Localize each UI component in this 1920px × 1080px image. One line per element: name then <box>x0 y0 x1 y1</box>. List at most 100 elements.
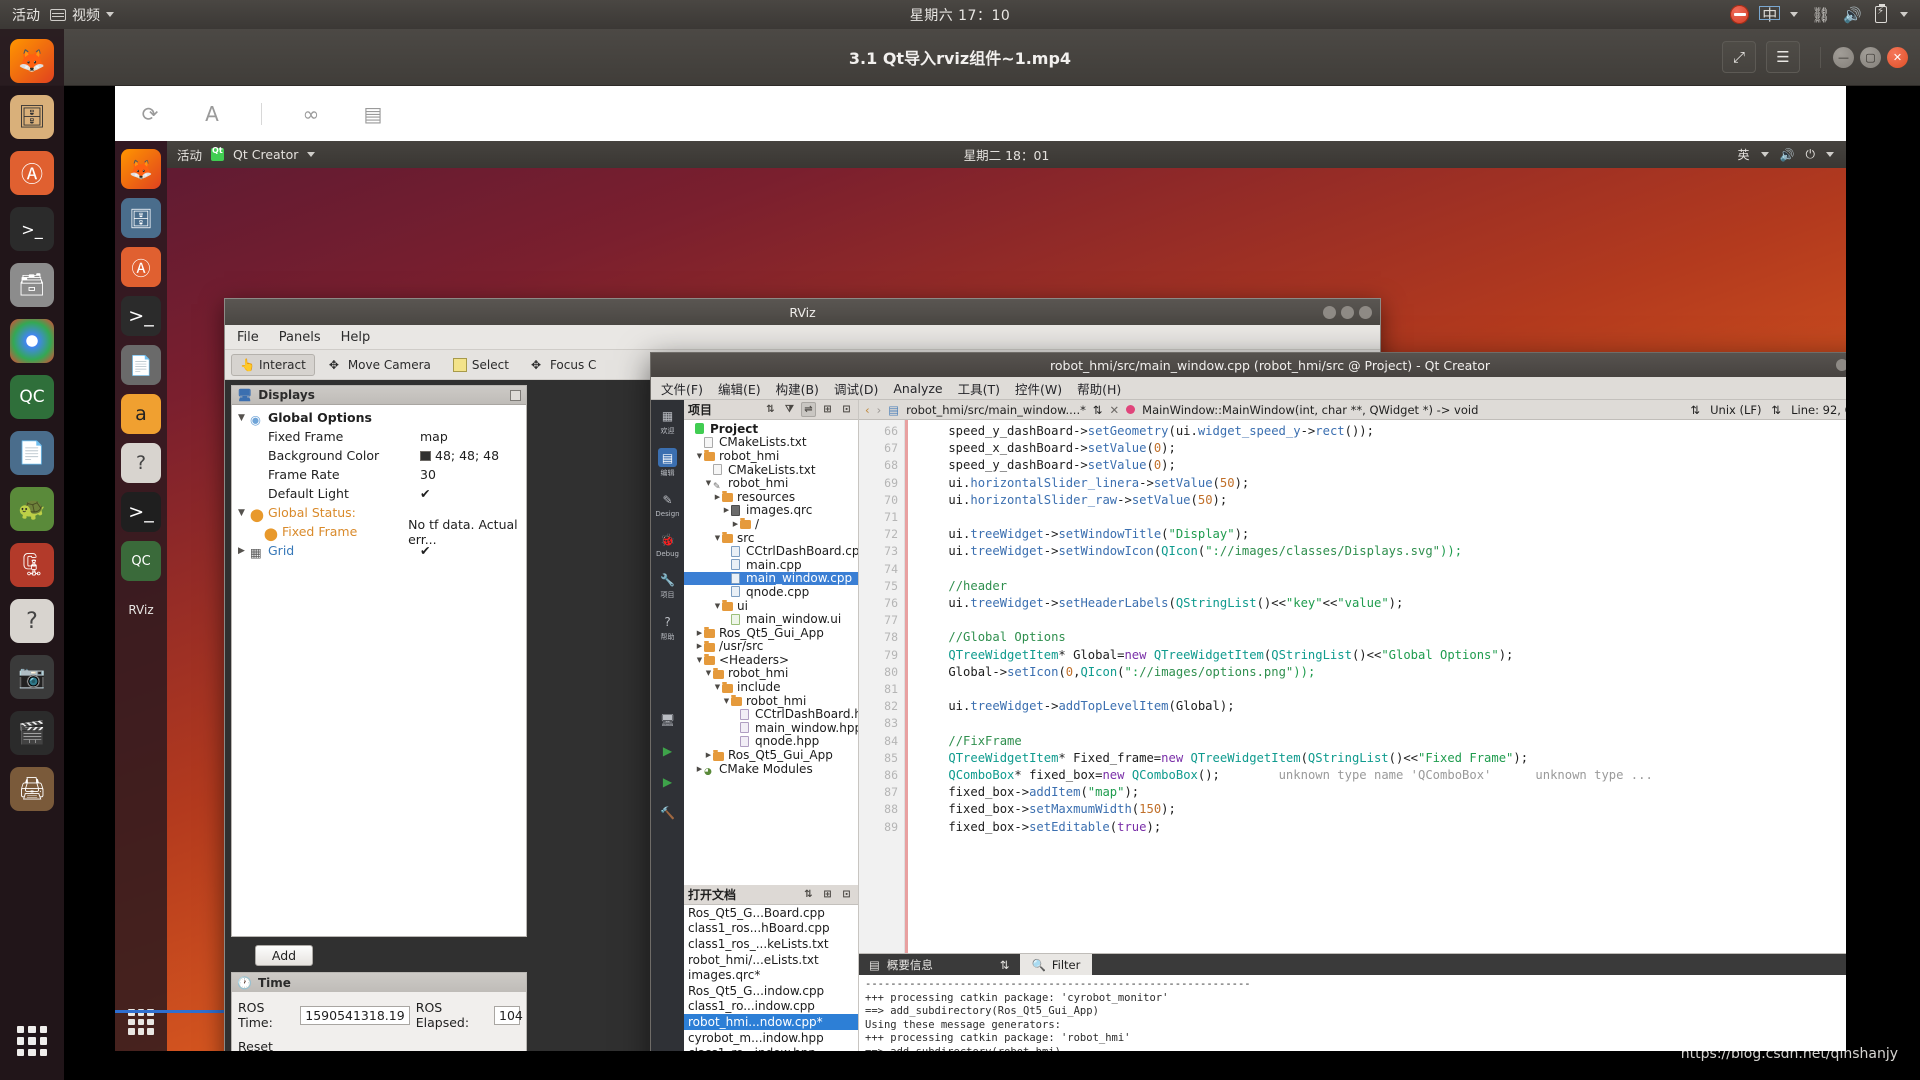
fullscreen-button[interactable]: ⤢ <box>1722 41 1756 73</box>
line-ending-dropdown-icon[interactable]: ⇅ <box>1690 403 1700 417</box>
code-line[interactable]: QComboBox* fixed_box=new QComboBox(); un… <box>919 767 1846 784</box>
mode-debug[interactable]: 🐞 Debug <box>653 530 682 559</box>
mode-edit[interactable]: ▤ 编辑 <box>653 448 682 478</box>
project-tree-item[interactable]: qnode.cpp <box>684 585 858 599</box>
ime-chinese-icon[interactable]: 中 <box>1759 4 1781 25</box>
line-ending-label[interactable]: Unix (LF) <box>1710 403 1761 417</box>
rviz-menu-help[interactable]: Help <box>341 330 371 345</box>
project-tree-item[interactable]: Project <box>684 422 858 436</box>
mode-projects[interactable]: 🔧 项目 <box>653 570 682 600</box>
launcher-files-icon[interactable]: 🗄 <box>10 95 54 139</box>
window-icon[interactable]: ▤ <box>360 101 386 127</box>
project-tree-item[interactable]: qnode.hpp <box>684 734 858 748</box>
launcher-archive-icon[interactable]: 🗜 <box>10 543 54 587</box>
network-icon[interactable]: ⛓ <box>1811 6 1830 24</box>
launcher-terminal-icon[interactable]: >_ <box>10 207 54 251</box>
displays-tree[interactable]: ▼ ◉ Global Options Fixed Frame map Backg… <box>232 405 526 563</box>
grid-checkbox[interactable]: ✔ <box>420 543 430 558</box>
default-light-checkbox[interactable]: ✔ <box>420 486 430 501</box>
code-line[interactable] <box>919 612 1846 629</box>
code-line[interactable]: ui.horizontalSlider_linera->setValue(50)… <box>919 475 1846 492</box>
code-text[interactable]: speed_y_dashBoard->setGeometry(ui.widget… <box>905 420 1846 953</box>
project-tree-item[interactable]: ▼ robot_hmi <box>684 449 858 463</box>
clock[interactable]: 星期六 17：10 <box>0 5 1920 25</box>
close-icon[interactable]: ⊡ <box>839 402 854 417</box>
launcher-software-icon[interactable]: Ⓐ <box>121 247 161 287</box>
rotate-icon[interactable]: ⟳ <box>137 101 163 127</box>
rviz-tool-select[interactable]: Select <box>445 355 517 375</box>
sort-icon[interactable]: ⇅ <box>801 887 816 902</box>
volume-icon[interactable]: 🔊 <box>1843 6 1862 24</box>
launcher-printer-icon[interactable]: 🖨 <box>10 767 54 811</box>
code-editor[interactable]: 66 67 68 69 70 71 72 73 74 75 76 77 78 79 80 81 82 83 84 85… <box>859 420 1846 953</box>
maximize-button[interactable]: ▢ <box>1860 46 1881 68</box>
project-tree-item[interactable]: ▼ <Headers> <box>684 653 858 667</box>
code-line[interactable]: QTreeWidgetItem* Global=new QTreeWidgetI… <box>919 647 1846 664</box>
project-tree-item[interactable]: ▶ images.qrc <box>684 503 858 517</box>
nav-back-icon[interactable]: ‹ <box>865 403 870 417</box>
open-document-item[interactable]: class1_ros...hBoard.cpp <box>684 921 858 937</box>
launcher-help-icon[interactable]: ? <box>121 443 161 483</box>
twisty-icon[interactable]: ▶ <box>238 546 250 556</box>
displays-add-button[interactable]: Add <box>255 945 313 966</box>
mode-help[interactable]: ? 帮助 <box>653 612 682 642</box>
open-documents-list[interactable]: Ros_Qt5_G...Board.cpp class1_ros...hBoard… <box>684 905 858 1051</box>
twisty-icon[interactable]: ▼ <box>713 534 722 542</box>
menu-file[interactable]: 文件(F) <box>661 379 703 398</box>
twisty-icon[interactable]: ▶ <box>722 506 731 514</box>
menu-analyze[interactable]: Analyze <box>893 381 942 396</box>
displays-row-default-light[interactable]: Default Light ✔ <box>232 484 526 503</box>
project-tree-item[interactable]: ▼ robot_hmi <box>684 666 858 680</box>
code-line[interactable]: ui.horizontalSlider_raw->setValue(50); <box>919 492 1846 509</box>
code-line[interactable] <box>919 715 1846 732</box>
kit-selector[interactable]: 🖥 <box>653 710 682 729</box>
mode-welcome[interactable]: ▦ 欢迎 <box>653 406 682 436</box>
project-tree[interactable]: Project CMakeLists.txt ▼ robot_hmi CMakeList… <box>684 420 858 885</box>
ros-elapsed-input[interactable]: 104 <box>494 1005 523 1025</box>
mode-design[interactable]: ✎ Design <box>653 490 682 519</box>
project-tree-item[interactable]: main.cpp <box>684 558 858 572</box>
open-document-item[interactable]: robot_hmi/...eLists.txt <box>684 952 858 968</box>
open-document-item[interactable]: cyrobot_m...indow.hpp <box>684 1030 858 1046</box>
open-document-item[interactable]: Ros_Qt5_G...indow.cpp <box>684 983 858 999</box>
project-tree-item[interactable]: CCtrlDashBoard.h <box>684 707 858 721</box>
project-tree-item[interactable]: ▶ Ros_Qt5_Gui_App <box>684 626 858 640</box>
code-line[interactable] <box>919 561 1846 578</box>
displays-row-background-color[interactable]: Background Color 48; 48; 48 <box>232 446 526 465</box>
launcher-firefox-icon[interactable]: 🦊 <box>10 39 54 83</box>
twisty-icon[interactable]: ▼ <box>713 683 722 691</box>
launcher-ros-icon[interactable]: 🐢 <box>10 487 54 531</box>
displays-row-value[interactable]: 48; 48; 48 <box>420 448 499 463</box>
twisty-icon[interactable]: ▼ <box>238 508 250 518</box>
launcher-terminal2-icon[interactable]: >_ <box>121 492 161 532</box>
cursor-position-label[interactable]: Line: 92, Col: 34 <box>1791 403 1846 417</box>
launcher-files-icon[interactable]: 🗄 <box>121 198 161 238</box>
code-line[interactable]: speed_y_dashBoard->setValue(0); <box>919 457 1846 474</box>
project-tree-item[interactable]: CCtrlDashBoard.cpp <box>684 544 858 558</box>
rviz-menu-panels[interactable]: Panels <box>279 330 321 345</box>
project-tree-item[interactable]: ▶ ◕ CMake Modules <box>684 762 858 778</box>
project-tree-item[interactable]: ▼ include <box>684 680 858 694</box>
launcher-text-editor-icon[interactable]: 📄 <box>10 431 54 475</box>
twisty-icon[interactable]: ▼ <box>695 452 704 460</box>
displays-panel-float-button[interactable] <box>510 389 521 401</box>
open-document-item[interactable]: Ros_Qt5_G...Board.cpp <box>684 905 858 921</box>
split-icon[interactable]: ⊞ <box>820 402 835 417</box>
filter-toggle-icon[interactable]: ⇅ <box>1000 958 1010 972</box>
project-tree-item[interactable]: main_window.ui <box>684 612 858 626</box>
launcher-text-editor-icon[interactable]: 📄 <box>121 345 161 385</box>
project-tree-item[interactable]: ▼ ui <box>684 599 858 613</box>
code-line[interactable]: ui.treeWidget->setWindowIcon(QIcon("://i… <box>919 543 1846 560</box>
close-button[interactable]: ✕ <box>1887 46 1908 68</box>
sync-icon[interactable]: ⇅ <box>763 402 778 417</box>
rviz-tool-focus-camera[interactable]: ✥ Focus C <box>523 355 604 375</box>
inner-clock[interactable]: 星期二 18：01 <box>167 145 1846 164</box>
project-tree-item[interactable]: CMakeLists.txt <box>684 463 858 477</box>
run-button[interactable]: ▶ <box>653 741 682 760</box>
twisty-icon[interactable]: ▶ <box>695 629 704 637</box>
code-line[interactable]: ui.treeWidget->setWindowTitle("Display")… <box>919 526 1846 543</box>
do-not-disturb-icon[interactable] <box>1730 5 1750 24</box>
open-document-item[interactable]: robot_hmi...ndow.cpp* <box>684 1014 858 1030</box>
open-document-item[interactable]: class1_ros_...keLists.txt <box>684 936 858 952</box>
code-line[interactable]: QTreeWidgetItem* Fixed_frame=new QTreeWi… <box>919 750 1846 767</box>
